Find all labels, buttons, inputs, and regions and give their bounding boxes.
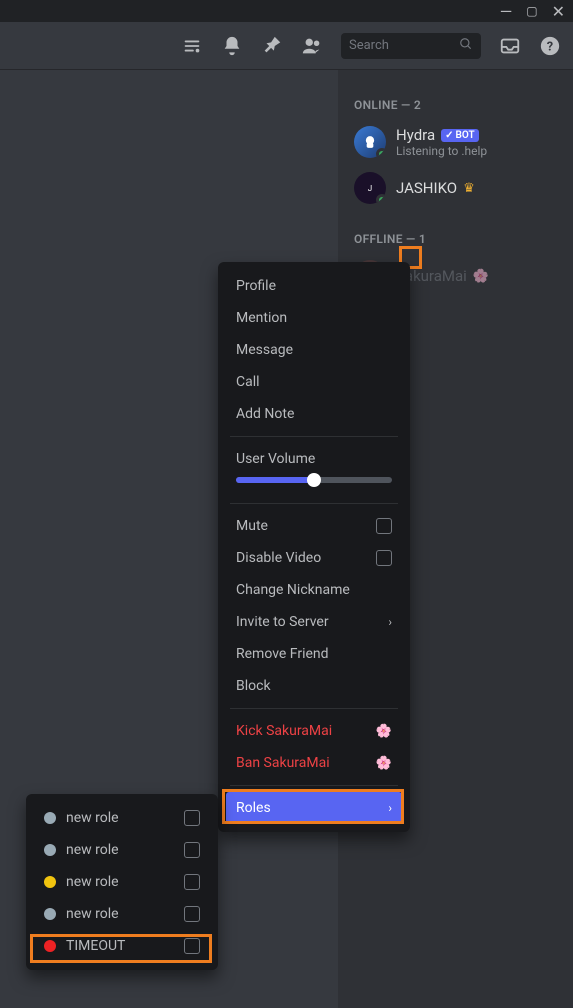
search-input[interactable]: Search xyxy=(341,33,481,59)
role-label: new role xyxy=(66,906,119,922)
role-label: TIMEOUT xyxy=(66,938,125,954)
ctx-disable-video[interactable]: Disable Video xyxy=(226,542,402,574)
member-jashiko[interactable]: J JASHIKO ♛ xyxy=(354,168,565,208)
roles-submenu: new role new role new role new role TIMEOUT xyxy=(26,794,218,970)
role-color-dot xyxy=(44,844,56,856)
role-label: new role xyxy=(66,874,119,890)
checkbox-icon xyxy=(184,874,200,890)
role-item[interactable]: new role xyxy=(34,834,210,866)
role-item[interactable]: new role xyxy=(34,898,210,930)
separator xyxy=(230,708,398,709)
minimize-icon[interactable]: — xyxy=(500,2,513,21)
crown-icon: ♛ xyxy=(463,181,475,196)
checkbox-icon xyxy=(184,842,200,858)
role-color-dot xyxy=(44,876,56,888)
help-icon[interactable]: ? xyxy=(539,35,561,57)
volume-label: User Volume xyxy=(236,451,392,467)
ctx-change-nickname[interactable]: Change Nickname xyxy=(226,574,402,606)
role-label: new role xyxy=(66,842,119,858)
member-activity: Listening to .help xyxy=(396,144,487,158)
separator xyxy=(230,785,398,786)
ctx-message[interactable]: Message xyxy=(226,334,402,366)
separator xyxy=(230,436,398,437)
inbox-icon[interactable] xyxy=(499,35,521,57)
member-name-label: JASHIKO xyxy=(396,179,457,197)
member-hydra[interactable]: Hydra ✓BOT Listening to .help xyxy=(354,122,565,162)
flower-icon: 🌸 xyxy=(376,756,392,771)
checkbox-icon xyxy=(376,518,392,534)
pin-icon[interactable] xyxy=(261,35,283,57)
checkbox-icon xyxy=(184,810,200,826)
checkbox-icon xyxy=(184,938,200,954)
user-context-menu: Profile Mention Message Call Add Note Us… xyxy=(218,262,410,832)
role-item[interactable]: new role xyxy=(34,866,210,898)
ctx-volume: User Volume xyxy=(226,443,402,497)
threads-icon[interactable] xyxy=(181,35,203,57)
ctx-mute[interactable]: Mute xyxy=(226,510,402,542)
flower-icon: 🌸 xyxy=(473,269,489,284)
ctx-remove-friend[interactable]: Remove Friend xyxy=(226,638,402,670)
ctx-mention[interactable]: Mention xyxy=(226,302,402,334)
checkbox-icon xyxy=(184,906,200,922)
avatar: J xyxy=(354,172,386,204)
role-color-dot xyxy=(44,908,56,920)
volume-slider[interactable] xyxy=(236,477,392,483)
role-color-dot xyxy=(44,812,56,824)
bot-tag: ✓BOT xyxy=(441,129,479,142)
members-icon[interactable] xyxy=(301,35,323,57)
chevron-right-icon: › xyxy=(388,801,392,815)
ctx-kick[interactable]: Kick SakuraMai🌸 xyxy=(226,715,402,747)
search-icon xyxy=(459,37,473,55)
flower-icon: 🌸 xyxy=(376,724,392,739)
role-label: new role xyxy=(66,810,119,826)
role-item[interactable]: TIMEOUT xyxy=(34,930,210,962)
avatar xyxy=(354,126,386,158)
ctx-ban[interactable]: Ban SakuraMai🌸 xyxy=(226,747,402,779)
online-header: ONLINE — 2 xyxy=(354,98,565,112)
window-titlebar: — ▢ ✕ xyxy=(0,0,573,22)
svg-text:?: ? xyxy=(547,39,553,54)
separator xyxy=(230,503,398,504)
ctx-add-note[interactable]: Add Note xyxy=(226,398,402,430)
ctx-block[interactable]: Block xyxy=(226,670,402,702)
ctx-profile[interactable]: Profile xyxy=(226,270,402,302)
close-icon[interactable]: ✕ xyxy=(552,2,565,21)
role-color-dot xyxy=(44,940,56,952)
ctx-invite-server[interactable]: Invite to Server› xyxy=(226,606,402,638)
member-name-label: Hydra xyxy=(396,126,435,144)
checkbox-icon xyxy=(376,550,392,566)
bell-icon[interactable] xyxy=(221,35,243,57)
chevron-right-icon: › xyxy=(388,615,392,629)
ctx-roles[interactable]: Roles› xyxy=(226,792,402,824)
maximize-icon[interactable]: ▢ xyxy=(526,4,537,18)
role-item[interactable]: new role xyxy=(34,802,210,834)
offline-header: OFFLINE — 1 xyxy=(354,232,565,246)
status-online-icon xyxy=(376,148,386,158)
channel-toolbar: Search ? xyxy=(0,22,573,70)
status-online-icon xyxy=(376,194,386,204)
search-placeholder: Search xyxy=(349,38,389,53)
ctx-call[interactable]: Call xyxy=(226,366,402,398)
